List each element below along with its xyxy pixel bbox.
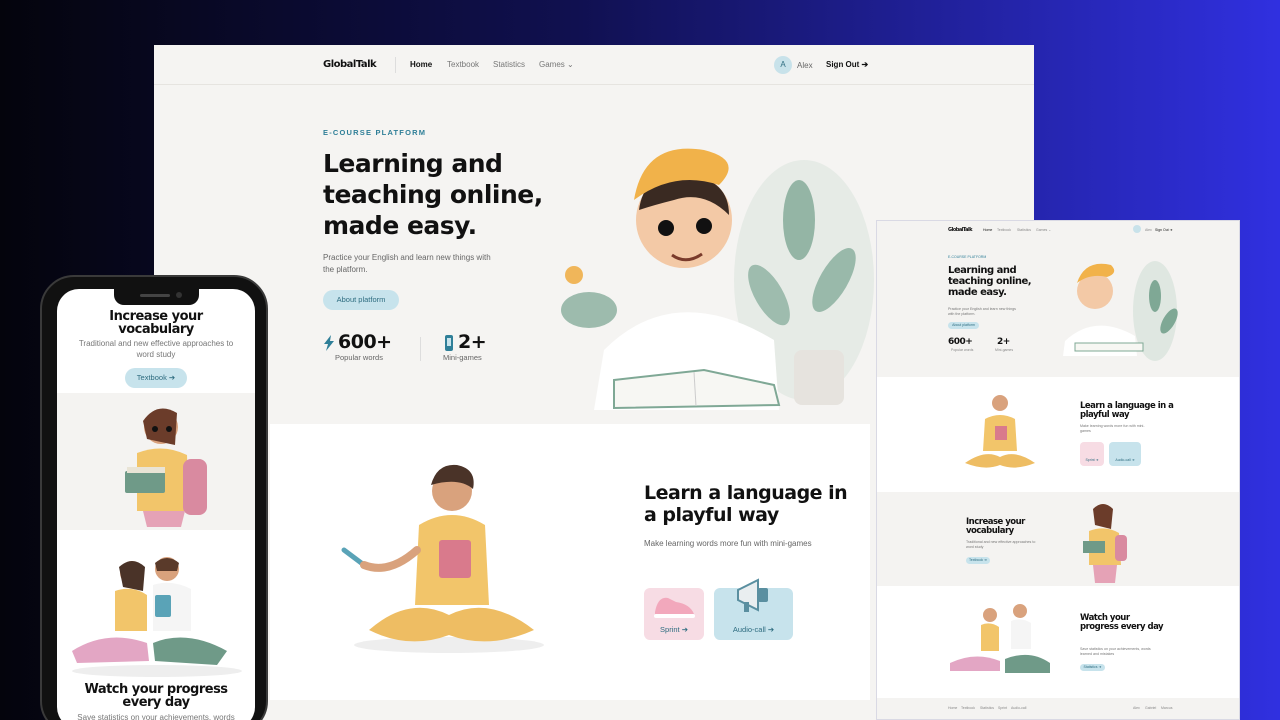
tablet-audio-card[interactable]: Audio-call ➔ xyxy=(1109,442,1141,466)
tablet-about-button[interactable]: About platform xyxy=(948,322,979,329)
tablet-vocab-section xyxy=(877,492,1239,586)
tablet-friends-illustration xyxy=(950,604,1050,673)
sprint-card[interactable]: Sprint ➔ xyxy=(644,588,704,640)
top-navbar: GlobalTalk Home Textbook Statistics Game… xyxy=(154,45,1034,85)
nav-link-statistics[interactable]: Statistics xyxy=(493,60,525,69)
friends-tablet-illustration xyxy=(72,557,242,677)
avatar[interactable]: A xyxy=(774,56,792,74)
tablet-hero-title: Learning and teaching online, made easy. xyxy=(948,265,1032,298)
tablet-progress-text: Save statistics on your achievements, wo… xyxy=(1080,647,1151,656)
nav-link-textbook[interactable]: Textbook xyxy=(447,60,479,69)
tablet-nav-textbook[interactable]: Textbook xyxy=(997,228,1011,232)
phone-mockup: Increase your vocabulary Traditional and… xyxy=(40,275,268,720)
vocab-title: Increase your vocabulary xyxy=(109,309,203,337)
audio-call-card[interactable]: Audio-call ➔ xyxy=(714,578,793,640)
stat-games-value: 2+ xyxy=(458,331,487,353)
stat-words-label: Popular words xyxy=(335,353,383,362)
tablet-vocab-text: Traditional and new effective approaches… xyxy=(966,540,1036,549)
nav-link-games[interactable]: Games ⌄ xyxy=(539,60,574,69)
tablet-footer-home[interactable]: Home xyxy=(948,706,957,710)
tablet-footer-person-2[interactable]: Gabriel xyxy=(1145,706,1156,710)
nav-divider xyxy=(395,57,396,73)
textbook-button[interactable]: Textbook ➔ xyxy=(125,368,187,388)
audio-call-label: Audio-call ➔ xyxy=(732,625,775,634)
tablet-footer-statistics[interactable]: Statistics xyxy=(980,706,994,710)
hero-eyebrow: E-COURSE PLATFORM xyxy=(323,128,427,137)
tablet-hero-illustration xyxy=(1063,261,1178,361)
tablet-stat-games: 2+ xyxy=(997,337,1010,347)
tablet-hero-text: Practice your English and learn new thin… xyxy=(948,307,1016,316)
girl-tablet-illustration xyxy=(341,464,544,653)
front-camera xyxy=(176,292,182,298)
tablet-stat-words: 600+ xyxy=(948,337,973,347)
student-books-illustration xyxy=(125,408,207,527)
sign-out-button[interactable]: Sign Out ➔ xyxy=(826,60,868,69)
stat-words-value: 600+ xyxy=(338,331,392,353)
tablet-statistics-button[interactable]: Statistics ➔ xyxy=(1080,664,1105,671)
progress-text: Save statistics on your achievements, wo… xyxy=(77,713,235,720)
tablet-footer xyxy=(877,698,1239,719)
nav-link-home[interactable]: Home xyxy=(410,60,432,69)
vocab-text: Traditional and new effective approaches… xyxy=(78,339,234,359)
about-platform-button[interactable]: About platform xyxy=(323,290,399,310)
tablet-stat-words-label: Popular words xyxy=(951,348,974,352)
tablet-eyebrow: E-COURSE PLATFORM xyxy=(948,255,987,259)
tablet-nav-statistics[interactable]: Statistics xyxy=(1017,228,1031,232)
tablet-footer-sprint[interactable]: Sprint xyxy=(998,706,1007,710)
logo[interactable]: GlobalTalk xyxy=(323,59,377,70)
speaker-grille xyxy=(140,294,170,297)
tablet-sprint-card[interactable]: Sprint ➔ xyxy=(1080,442,1104,466)
tablet-progress-title: Watch your progress every day xyxy=(1080,613,1164,632)
stat-divider xyxy=(420,337,421,361)
user-name: Alex xyxy=(797,61,813,70)
sprint-label: Sprint ➔ xyxy=(660,625,688,634)
phone-screen: Increase your vocabulary Traditional and… xyxy=(57,289,255,720)
tablet-games-title: Learn a language in a playful way xyxy=(1080,401,1174,420)
progress-title: Watch your progress every day xyxy=(84,682,228,710)
tablet-footer-person-3[interactable]: Marcus xyxy=(1161,706,1172,710)
tablet-stat-games-label: Mini-games xyxy=(995,348,1014,352)
tablet-footer-textbook[interactable]: Textbook xyxy=(961,706,975,710)
stat-games-label: Mini-games xyxy=(443,353,482,362)
tablet-student-illustration xyxy=(1083,504,1127,583)
tablet-girl-illustration xyxy=(965,395,1035,468)
tablet-vocab-title: Increase your vocabulary xyxy=(966,517,1025,536)
tablet-footer-audiocall[interactable]: Audio-call xyxy=(1011,706,1026,710)
tablet-footer-person-1[interactable]: Alex xyxy=(1133,706,1140,710)
tablet-nav-home[interactable]: Home xyxy=(983,228,992,232)
hero-title: Learning and teaching online, made easy. xyxy=(323,149,543,240)
tablet-signout[interactable]: Sign Out ➔ xyxy=(1155,228,1173,232)
hero-boy-illustration xyxy=(561,148,874,410)
megaphone-icon xyxy=(737,578,768,612)
tablet-games-text: Make learning words more fun with mini-g… xyxy=(1080,424,1145,433)
phone-icon xyxy=(445,335,453,351)
games-title: Learn a language in a playful way xyxy=(644,482,848,526)
lightning-icon xyxy=(324,335,334,351)
tablet-mockup: GlobalTalk Home Textbook Statistics Game… xyxy=(876,220,1240,720)
tablet-user: Alex xyxy=(1145,228,1152,232)
games-description: Make learning words more fun with mini-g… xyxy=(644,539,812,548)
tablet-nav-games[interactable]: Games ⌄ xyxy=(1036,228,1051,232)
tablet-logo[interactable]: GlobalTalk xyxy=(948,227,973,233)
phone-notch xyxy=(114,289,199,305)
tablet-avatar[interactable] xyxy=(1133,225,1141,233)
hero-description: Practice your English and learn new thin… xyxy=(323,253,491,274)
sneaker-icon xyxy=(654,597,695,618)
tablet-textbook-button[interactable]: Textbook ➔ xyxy=(966,557,990,564)
